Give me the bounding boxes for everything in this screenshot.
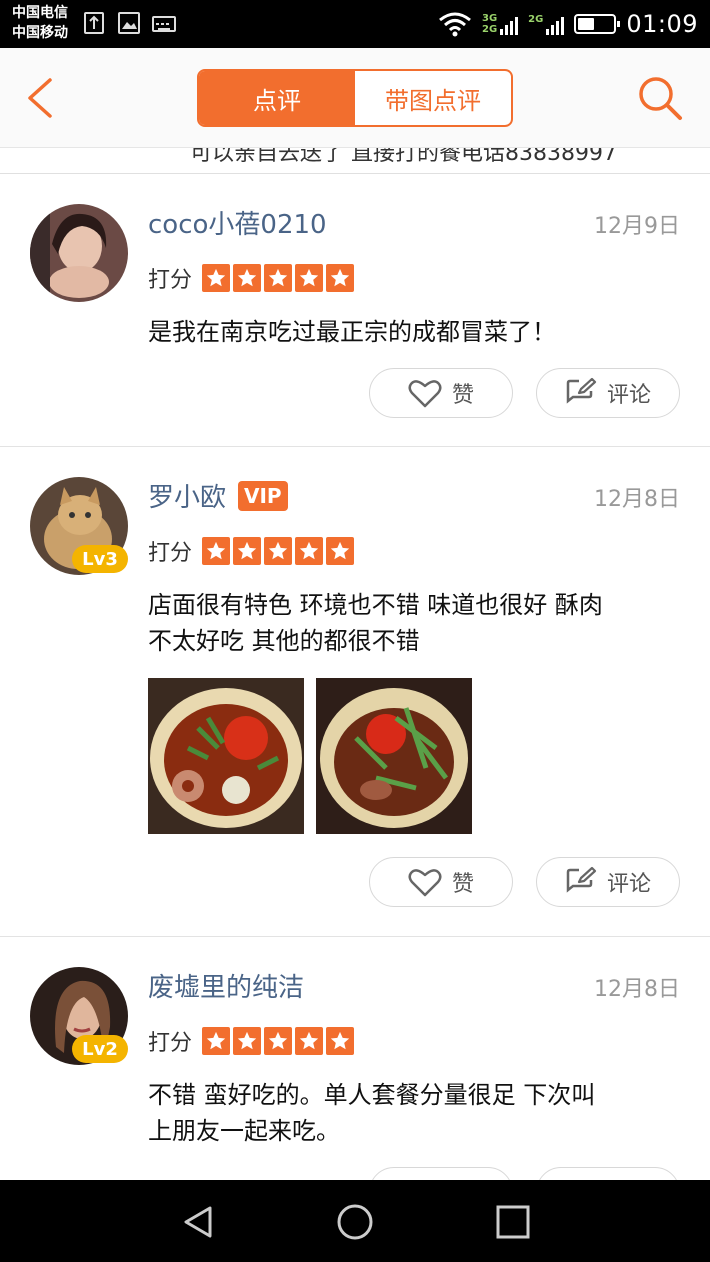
tab-reviews[interactable]: 点评 bbox=[199, 71, 355, 125]
system-nav-bar bbox=[0, 1180, 710, 1262]
wifi-icon bbox=[439, 12, 471, 37]
comment-label: 评论 bbox=[606, 872, 651, 897]
rating-label: 打分 bbox=[148, 268, 193, 293]
comment-button[interactable]: 评论 bbox=[536, 368, 680, 418]
recent-apps-icon[interactable] bbox=[493, 1202, 533, 1242]
review-photo[interactable] bbox=[316, 678, 472, 834]
user-name[interactable]: coco小蓓0210 bbox=[148, 204, 327, 241]
tab-photo-reviews[interactable]: 带图点评 bbox=[355, 71, 511, 125]
image-notification-icon bbox=[118, 12, 140, 34]
level-badge: Lv2 bbox=[72, 1035, 128, 1063]
star-icon bbox=[326, 1027, 355, 1055]
star-icon bbox=[295, 1027, 324, 1055]
review-date: 12月8日 bbox=[594, 487, 680, 512]
vip-badge: VIP bbox=[238, 480, 288, 511]
network-type-2: 2G bbox=[481, 24, 498, 35]
star-rating bbox=[202, 264, 355, 292]
nav-bar: 点评 带图点评 bbox=[0, 48, 710, 148]
comment-edit-icon bbox=[566, 377, 597, 404]
star-rating bbox=[202, 537, 355, 565]
heart-icon bbox=[408, 380, 442, 408]
comment-edit-icon bbox=[566, 866, 597, 893]
like-button[interactable]: 赞 bbox=[369, 368, 513, 418]
status-bar: 中国电信 中国移动 3G 2G 2G 01:09 bbox=[0, 0, 710, 48]
user-name[interactable]: 废墟里的纯洁 bbox=[148, 967, 304, 1004]
signal-2: 2G bbox=[528, 13, 565, 35]
star-icon bbox=[233, 537, 262, 565]
like-button[interactable]: 赞 bbox=[369, 857, 513, 907]
star-icon bbox=[264, 1027, 293, 1055]
star-icon bbox=[326, 537, 355, 565]
star-icon bbox=[202, 537, 231, 565]
rating-label: 打分 bbox=[148, 541, 193, 566]
heart-icon bbox=[408, 869, 442, 897]
review-date: 12月9日 bbox=[594, 214, 680, 239]
review-date: 12月8日 bbox=[594, 977, 680, 1002]
review-text: 店面很有特色 环境也不错 味道也很好 酥肉 不太好吃 其他的都很不错 bbox=[148, 587, 678, 659]
review-type-tabs: 点评 带图点评 bbox=[197, 69, 513, 127]
clock: 01:09 bbox=[626, 10, 698, 38]
review-item: Lv2 废墟里的纯洁 12月8日 打分 不错 蛮好吃的。单人套餐分量很足 下次叫… bbox=[0, 937, 710, 1217]
user-name-text: 废墟里的纯洁 bbox=[148, 973, 305, 1003]
review-text-line: 不太好吃 其他的都很不错 bbox=[148, 627, 420, 655]
review-item: coco小蓓0210 12月9日 打分 是我在南京吃过最正宗的成都冒菜了！ 赞 … bbox=[0, 174, 710, 447]
rating: 打分 bbox=[148, 1025, 355, 1057]
star-icon bbox=[233, 1027, 262, 1055]
search-icon bbox=[639, 77, 682, 120]
avatar[interactable] bbox=[30, 204, 128, 302]
battery-icon bbox=[574, 14, 621, 34]
star-icon bbox=[326, 264, 355, 292]
review-text-line: 上朋友一起来吃。 bbox=[148, 1117, 340, 1145]
star-icon bbox=[264, 537, 293, 565]
previous-review-tail: 可以亲自去送了 直接打的餐电话83838997 bbox=[0, 148, 710, 174]
star-icon bbox=[202, 1027, 231, 1055]
rating: 打分 bbox=[148, 262, 355, 294]
star-icon bbox=[264, 264, 293, 292]
like-label: 赞 bbox=[451, 872, 474, 897]
search-button[interactable] bbox=[636, 74, 684, 122]
review-text: 不错 蛮好吃的。单人套餐分量很足 下次叫 上朋友一起来吃。 bbox=[148, 1077, 678, 1149]
signal-1: 3G 2G bbox=[481, 13, 519, 35]
carrier-2: 中国移动 bbox=[12, 25, 68, 41]
back-button[interactable] bbox=[20, 76, 64, 120]
like-label: 赞 bbox=[451, 383, 474, 408]
signal-bars-icon bbox=[546, 15, 565, 35]
user-name-text: coco小蓓0210 bbox=[148, 210, 327, 240]
star-icon bbox=[295, 264, 324, 292]
star-icon bbox=[295, 537, 324, 565]
previous-review-text: 可以亲自去送了 直接打的餐电话83838997 bbox=[190, 148, 617, 166]
rating: 打分 bbox=[148, 535, 355, 567]
star-rating bbox=[202, 1027, 355, 1055]
level-badge: Lv3 bbox=[72, 545, 128, 573]
review-list-screen: { "status_bar": { "carrier_1": "中国电信", "… bbox=[0, 0, 710, 1262]
network-type-1: 3G bbox=[481, 13, 498, 24]
chevron-left-icon bbox=[28, 78, 52, 118]
review-photos bbox=[148, 678, 472, 834]
review-item: Lv3 罗小欧 VIP 12月8日 打分 店面很有特色 环境也不错 味道也很好 … bbox=[0, 447, 710, 937]
review-text: 是我在南京吃过最正宗的成都冒菜了！ bbox=[148, 318, 556, 346]
comment-label: 评论 bbox=[606, 383, 651, 408]
star-icon bbox=[202, 264, 231, 292]
review-text-line: 不错 蛮好吃的。单人套餐分量很足 下次叫 bbox=[148, 1081, 596, 1109]
carrier-labels: 中国电信 中国移动 bbox=[12, 3, 68, 43]
back-triangle-icon[interactable] bbox=[178, 1202, 218, 1242]
keyboard-icon bbox=[152, 16, 176, 32]
review-text-line: 店面很有特色 环境也不错 味道也很好 酥肉 bbox=[148, 591, 603, 619]
rating-label: 打分 bbox=[148, 1031, 193, 1056]
network-type-3: 2G bbox=[528, 13, 544, 25]
review-photo[interactable] bbox=[148, 678, 304, 834]
star-icon bbox=[233, 264, 262, 292]
upload-notification-icon bbox=[84, 12, 104, 34]
carrier-1: 中国电信 bbox=[12, 5, 68, 21]
signal-bars-icon bbox=[500, 15, 519, 35]
user-name[interactable]: 罗小欧 VIP bbox=[148, 477, 288, 514]
status-right: 3G 2G 2G 01:09 bbox=[438, 8, 698, 40]
user-name-text: 罗小欧 bbox=[148, 483, 227, 513]
comment-button[interactable]: 评论 bbox=[536, 857, 680, 907]
home-circle-icon[interactable] bbox=[335, 1202, 375, 1242]
